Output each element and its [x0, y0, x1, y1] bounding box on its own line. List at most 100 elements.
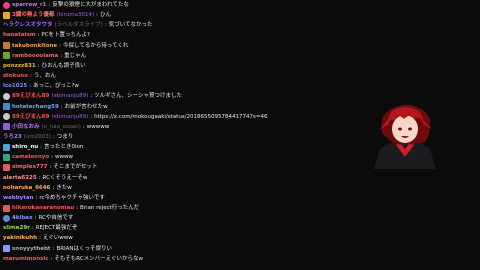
chat-text: 今探してるから待ってくれ: [63, 42, 129, 49]
chat-username[interactable]: 3鐡の無よう優都: [12, 10, 54, 20]
chat-user-login: (o_nao_ossan): [41, 123, 81, 130]
chat-username[interactable]: alerta6225: [3, 173, 37, 183]
chat-separator: :: [52, 184, 55, 191]
chat-username[interactable]: slime29r: [3, 223, 30, 233]
chat-text: RCや自信です: [38, 215, 74, 222]
badge-icon: [3, 204, 10, 212]
chat-text: そもそもRCメンバーえぐいからなw: [54, 255, 144, 262]
chat-username[interactable]: shiro_nu: [12, 142, 38, 152]
chat-username[interactable]: hanataism: [3, 30, 35, 40]
heart-icon: [3, 214, 10, 222]
chat-separator: :: [59, 42, 62, 49]
chat-username[interactable]: snoyyythebt: [12, 244, 51, 254]
chat-message: hikarokanaranomau: Brian reject行ったんだ: [3, 203, 359, 213]
chat-message: hanataism: PCを卜置っちんよ?: [3, 30, 359, 40]
chat-username[interactable]: ponzzz831: [3, 61, 36, 71]
badge-icon: [3, 163, 10, 171]
chat-message: takubonkitone: 今探してるから待ってくれ: [3, 41, 359, 51]
chat-separator: :: [60, 52, 63, 59]
chat-text: REJECT最強だぞ: [35, 225, 78, 232]
chat-text: ひおんも調子良い: [41, 62, 86, 69]
chat-message: 89えびまん89 (ebimanju89): ツルギさん、シーシャ買つけました: [3, 91, 359, 101]
chat-text: えぐいwww: [42, 235, 73, 242]
avatar-right-eye: [408, 127, 412, 131]
chat-username[interactable]: sparrow_r1: [12, 0, 47, 10]
chat-message: noharuka_6646: きたw: [3, 183, 359, 193]
chat-username[interactable]: webbytan: [3, 193, 34, 203]
chat-username[interactable]: noharuka_6646: [3, 183, 50, 193]
chat-message: alerta6225: RCくそうえーそw: [3, 173, 359, 183]
chat-separator: :: [39, 235, 41, 242]
chat-message: ponzzz831: ひおんも調子良い: [3, 61, 359, 71]
chat-message: shiro_nu: 言ったとき0ion: [3, 142, 359, 152]
badge-icon: [3, 123, 10, 131]
chat-username[interactable]: ヘラクレスオタウタ: [3, 20, 53, 30]
chat-separator: :: [82, 123, 85, 130]
chat-message: simplex777: そこまでがセット: [3, 162, 359, 172]
chat-message: slime29r: REJECT最強だぞ: [3, 223, 359, 233]
chat-username[interactable]: lco1025: [3, 81, 27, 91]
chat-username[interactable]: dinkuno: [3, 71, 28, 81]
skull-icon: [3, 113, 10, 121]
chat-separator: :: [51, 154, 53, 161]
chat-separator: :: [38, 174, 41, 181]
chat-username[interactable]: simplex777: [12, 162, 47, 172]
badge-icon: [3, 143, 10, 151]
chat-text: う、おん: [33, 73, 56, 80]
chat-username[interactable]: うろ23: [3, 132, 22, 142]
chat-text: PCを卜置っちんよ?: [41, 32, 90, 39]
chat-separator: :: [48, 2, 51, 8]
chat-message: snoyyythebt: BRIANはくっそ誤りい: [3, 244, 359, 254]
chat-text: つまり: [56, 133, 74, 140]
chat-message: ramboooolama: 重じゃん: [3, 51, 359, 61]
chat-separator: :: [90, 93, 93, 100]
chat-separator: :: [52, 133, 55, 140]
chat-text: あっこ、ぴっこ?w: [33, 83, 79, 90]
chat-username[interactable]: hotatechang59: [12, 102, 59, 112]
avatar-left-eye: [398, 127, 402, 131]
chat-text: 気づいてなかった: [108, 22, 153, 29]
chat-panel: sparrow_r1: 反撃の狼煙と大がまわれてたな 3鐡の無よう優都 (hiruma…: [0, 0, 360, 270]
chat-separator: :: [90, 113, 93, 120]
chat-user-login: (hiruma3614): [56, 12, 95, 19]
chat-separator: :: [37, 62, 40, 69]
chat-separator: :: [31, 225, 34, 232]
chat-username[interactable]: 小田なおみ: [12, 122, 40, 132]
chat-message: lco1025: あっこ、ぴっこ?w: [3, 81, 359, 91]
chat-message: sparrow_r1: 反撃の狼煙と大がまわれてたな: [3, 0, 359, 10]
chat-separator: :: [52, 245, 55, 252]
chat-text: そこまでがセット: [53, 164, 98, 171]
chat-separator: :: [49, 164, 52, 171]
badge-icon: [3, 42, 10, 50]
chat-text: 反撃の狼煙と大がまわれてたな: [52, 2, 129, 8]
chat-user-login: (ラベルダスライブ): [54, 22, 103, 29]
chat-message: hotatechang59: お前が言わせたw: [3, 102, 359, 112]
chat-separator: :: [104, 22, 107, 29]
chat-separator: :: [76, 205, 78, 211]
chat-username[interactable]: hikarokanaranomau: [12, 203, 74, 213]
chat-text: wwww: [54, 154, 73, 161]
chat-username[interactable]: cameleonyo: [12, 152, 49, 162]
chat-separator: :: [35, 194, 38, 201]
chat-text: ひん: [99, 12, 111, 19]
chat-username[interactable]: takubonkitone: [12, 41, 57, 51]
chat-message: webbytan: rc今めちゃクチャ強いです: [3, 193, 359, 203]
chat-separator: :: [30, 73, 32, 80]
badge-icon: [3, 153, 10, 161]
chat-text: きたw: [56, 184, 72, 191]
chat-username[interactable]: ramboooolama: [12, 51, 58, 61]
chat-username[interactable]: 4kibax: [12, 213, 33, 223]
badge-icon: [3, 103, 10, 110]
chat-text: https://x.com/mokougaaki/status/20186550…: [94, 113, 268, 120]
chat-username[interactable]: yakinikuhh: [3, 233, 37, 243]
skull-icon: [3, 92, 10, 100]
chat-text: Brian reject行ったんだ: [80, 205, 140, 211]
chat-message: ヘラクレスオタウタ (ラベルダスライブ): 気づいてなかった: [3, 20, 359, 30]
chat-text: ツルギさん、シーシャ買つけました: [94, 93, 182, 100]
chat-text: wwwww: [86, 123, 110, 130]
chat-username[interactable]: 89えびまん89: [12, 91, 49, 101]
chat-username[interactable]: marumimonsic: [3, 254, 49, 264]
chat-text: 重じゃん: [64, 52, 87, 59]
chat-message: 89えびまん89 (ebimanju89): https://x.com/mokou…: [3, 112, 359, 122]
chat-username[interactable]: 89えびまん89: [12, 112, 49, 122]
